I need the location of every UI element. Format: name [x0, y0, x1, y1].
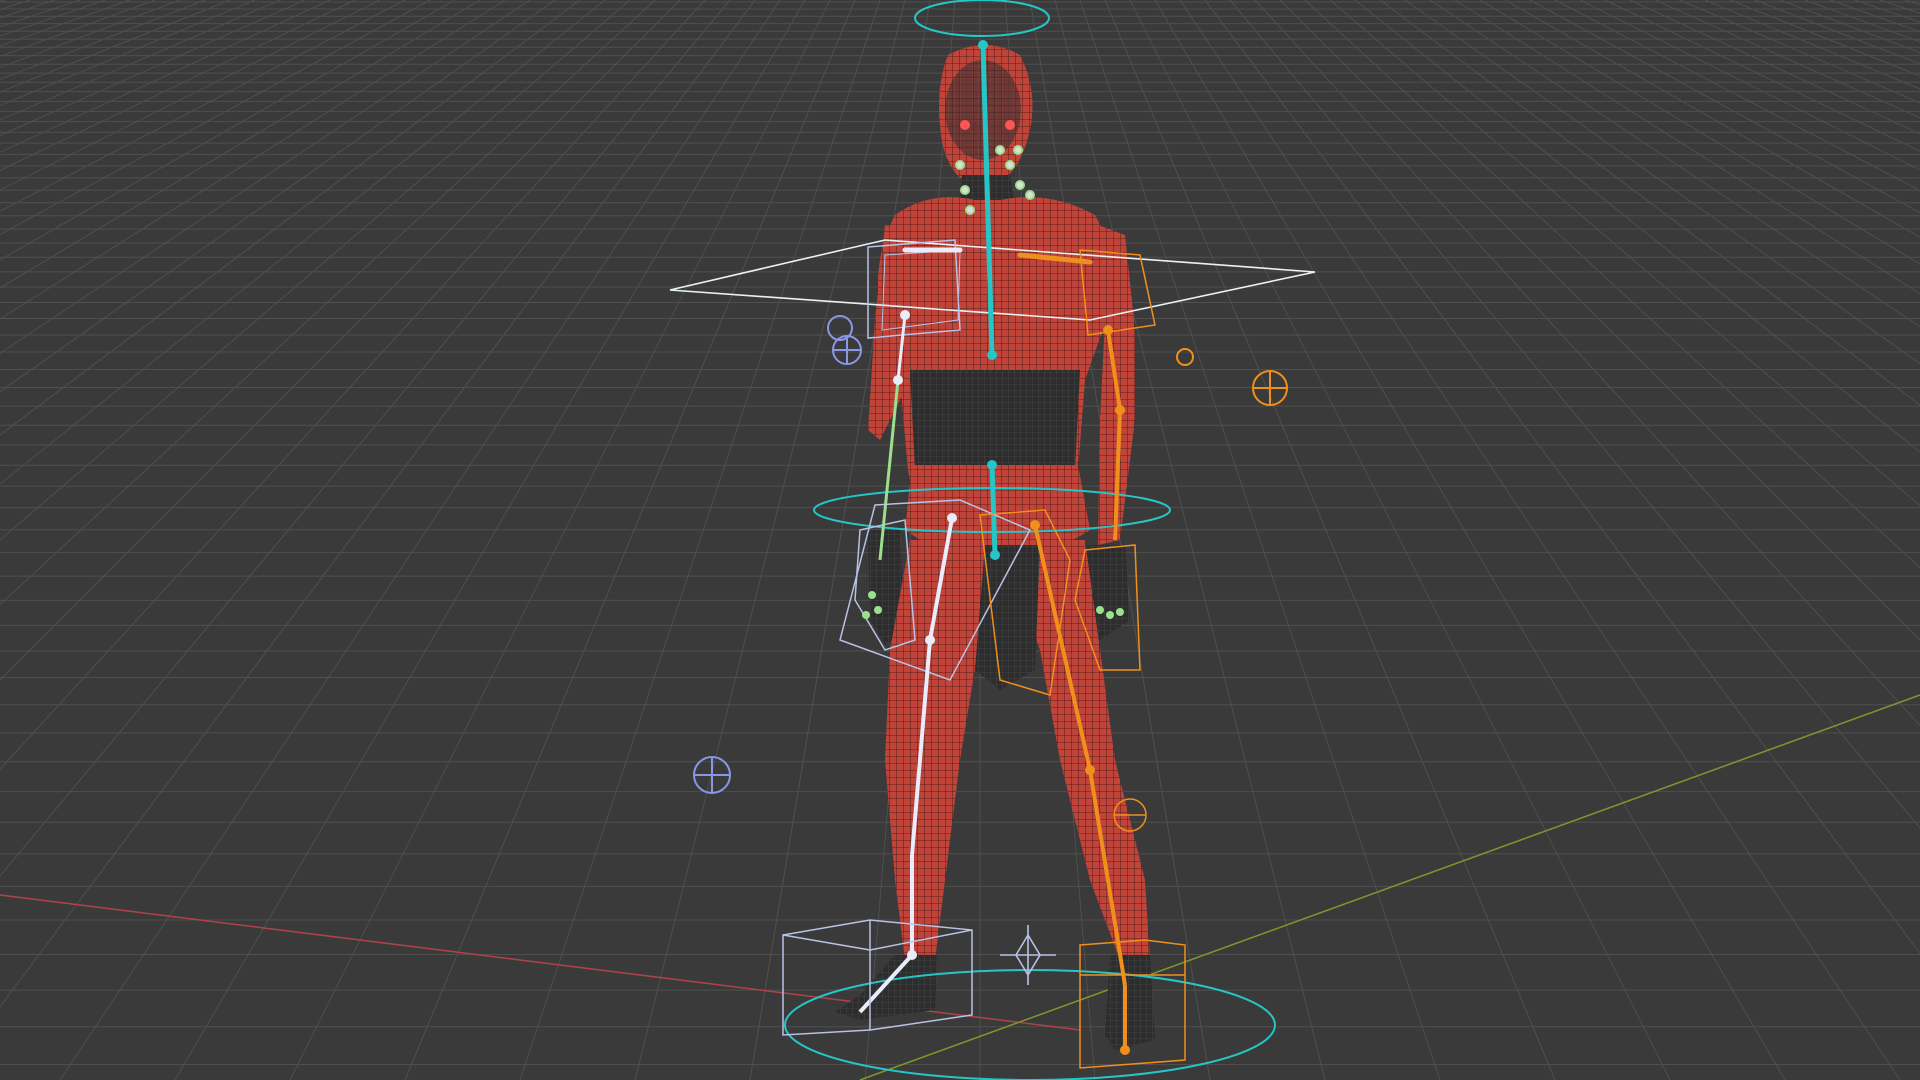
viewport-canvas[interactable] — [0, 0, 1920, 1080]
head-control-icon[interactable] — [914, 0, 1050, 37]
root-circle-icon[interactable] — [784, 969, 1276, 1080]
right-elbow-pole[interactable] — [1176, 348, 1288, 406]
y-axis-line — [859, 694, 1920, 1080]
3d-viewport[interactable] — [0, 0, 1920, 1080]
pole-target-icon[interactable] — [827, 315, 862, 365]
right-foot-mesh[interactable] — [1105, 955, 1155, 1050]
move-control-icon[interactable] — [1000, 925, 1056, 985]
left-knee-pole[interactable] — [693, 756, 731, 794]
